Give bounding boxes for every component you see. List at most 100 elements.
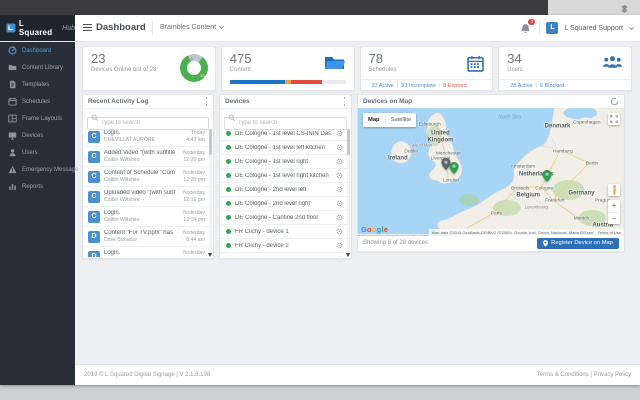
device-row[interactable]: DE Cologne - 1st level right [220,155,351,169]
logo-suffix: Hub [62,25,75,32]
browser-bar-dark [0,0,548,15]
device-row[interactable]: DE Cologne - 1st level CS-ININ Das... [220,127,351,141]
sidebar-item-content-library[interactable]: Content Library [0,59,75,76]
register-device-on-map-button[interactable]: Register Device on Map [537,238,619,249]
bar-chart-icon [8,182,17,191]
device-name: DE Cologne - 1st level right kitchen [235,173,332,179]
kebab-menu-icon[interactable] [205,97,208,106]
device-name: DE Cologne - 1st level left kitchen [235,145,332,151]
sidebar-item-users[interactable]: Users [0,144,75,161]
gear-icon[interactable] [336,130,343,137]
activity-user: CHEVILLAT AURORE [104,137,175,143]
gear-icon[interactable] [336,186,343,193]
sidebar-item-schedules[interactable]: Schedules [0,93,75,110]
stat-card-devices-online[interactable]: 23 Devices Online out of 28 5 23 [82,46,216,91]
device-name: DE Cologne - 2nd level left [235,187,332,193]
fullscreen-button[interactable] [608,113,620,125]
gear-icon[interactable] [336,200,343,207]
activity-row[interactable]: C Login. CHEVILLAT AURORE Today 4:43 am [83,127,213,147]
refresh-icon[interactable] [610,97,619,106]
satellite-button[interactable]: Satellite [386,117,417,123]
device-row[interactable]: DE Cologne - 2nd level left [220,183,351,197]
open-folder-icon [324,55,346,71]
gear-icon[interactable] [336,242,343,249]
device-map-pin[interactable] [449,161,458,173]
gear-icon[interactable] [336,172,343,179]
activity-row[interactable]: D Login. Dave Bahadur Yesterday 8:42 am [83,247,213,257]
activity-scrollbar[interactable] [209,128,213,252]
activity-day: Yesterday [179,230,205,236]
gear-icon[interactable] [336,256,343,257]
gear-icon[interactable] [336,144,343,151]
device-row[interactable]: DE Cologne - 1st level left kitchen [220,141,351,155]
activity-row[interactable]: C Login. Caitlin Wiltshire Yesterday 12:… [83,207,213,227]
sidebar-item-devices[interactable]: Devices [0,127,75,144]
activity-title: Added Video "(with subtitled) M... [104,150,175,156]
schedules-breakdown: 37 Active|33 Incomplete|8 Expired [361,79,493,90]
sidebar-item-frame-layouts[interactable]: Frame Layouts [0,110,75,127]
activity-day: Yesterday [179,170,205,176]
google-map[interactable]: North SeaEdinburghUnited KingdomDenmarkC… [358,108,624,236]
content-value: 475 [230,51,252,66]
activity-avatar: C [88,131,100,143]
users-value: 34 [507,51,521,66]
user-icon [8,148,17,157]
scroll-arrow-icon[interactable] [208,253,212,257]
search-icon [91,114,99,122]
device-status-dot [226,159,231,164]
map-type-control: Map Satellite [363,113,416,127]
browser-bar [0,0,640,15]
warning-triangle-icon [8,165,17,174]
terms-privacy-links[interactable]: Terms & Conditions | Privacy Policy [537,372,631,378]
zoom-in-button[interactable]: + [608,200,620,212]
header-divider [152,21,153,35]
devices-scrollbar[interactable] [347,128,351,252]
stat-card-content[interactable]: 475 Content [221,46,355,91]
activity-time: 4:43 am [179,137,205,143]
pegman-street-view[interactable] [608,184,620,196]
user-name[interactable]: L Squared Support [564,25,623,32]
gear-icon[interactable] [336,228,343,235]
device-row[interactable]: DE Cologne - 1st level right kitchen [220,169,351,183]
activity-title: Content of Schedule "Communic... [104,170,175,176]
notifications-button[interactable]: 3 [520,22,533,35]
activity-row[interactable]: C Uploaded video "(with subtitles)... Ca… [83,187,213,207]
stat-card-schedules[interactable]: 78 Schedules 37 Active|33 Incomplete|8 E… [360,46,494,91]
device-status-dot [226,131,231,136]
activity-avatar: C [88,191,100,203]
user-avatar[interactable]: L [546,22,558,34]
recent-activity-panel: Recent Activity Log C Login. CHEVILLAT A… [82,94,214,259]
device-row[interactable]: FR Clichy - device 2 [220,239,351,253]
activity-row[interactable]: C Added Video "(with subtitled) M... Cai… [83,147,213,167]
device-name: DE Cologne - 2nd level right [235,201,332,207]
device-name: Tim Coalen - Test Device [235,257,332,258]
gear-icon[interactable] [336,214,343,221]
device-map-pin[interactable] [542,169,551,181]
device-row[interactable]: DE Cologne - Cantine 2nd floor [220,211,351,225]
hamburger-menu-icon[interactable] [83,24,92,32]
sidebar-item-dashboard[interactable]: Dashboard [0,42,75,59]
activity-day: Yesterday [179,150,205,156]
device-name: FR Clichy - device 1 [235,229,332,235]
device-row[interactable]: FR Clichy - device 1 [220,225,351,239]
device-row[interactable]: Tim Coalen - Test Device [220,253,351,257]
stat-card-users[interactable]: 34 Users 28 Active|6 Blocked [498,46,632,91]
zoom-out-button[interactable]: − [608,213,620,225]
sidebar-item-templates[interactable]: Templates [0,76,75,93]
activity-avatar: D [88,251,100,258]
puzzle-extension-icon[interactable] [619,2,630,13]
logo[interactable]: L Squared Hub [0,15,75,41]
kebab-menu-icon[interactable] [343,97,346,106]
activity-row[interactable]: D Content "For TV.pptx" has been ... Dav… [83,227,213,247]
activity-row[interactable]: C Content of Schedule "Communic... Caitl… [83,167,213,187]
gear-icon[interactable] [336,158,343,165]
sidebar-item-emergency-message[interactable]: Emergency Message [0,161,75,178]
sidebar-item-reports[interactable]: Reports [0,178,75,195]
browser-bar-extension-area [548,0,640,15]
map-button[interactable]: Map [363,117,385,123]
content-group-selector[interactable]: Brambles Content [160,24,224,31]
scroll-arrow-icon[interactable] [346,253,350,257]
activity-avatar: C [88,211,100,223]
monitor-icon [8,131,17,140]
device-row[interactable]: DE Cologne - 2nd level right [220,197,351,211]
